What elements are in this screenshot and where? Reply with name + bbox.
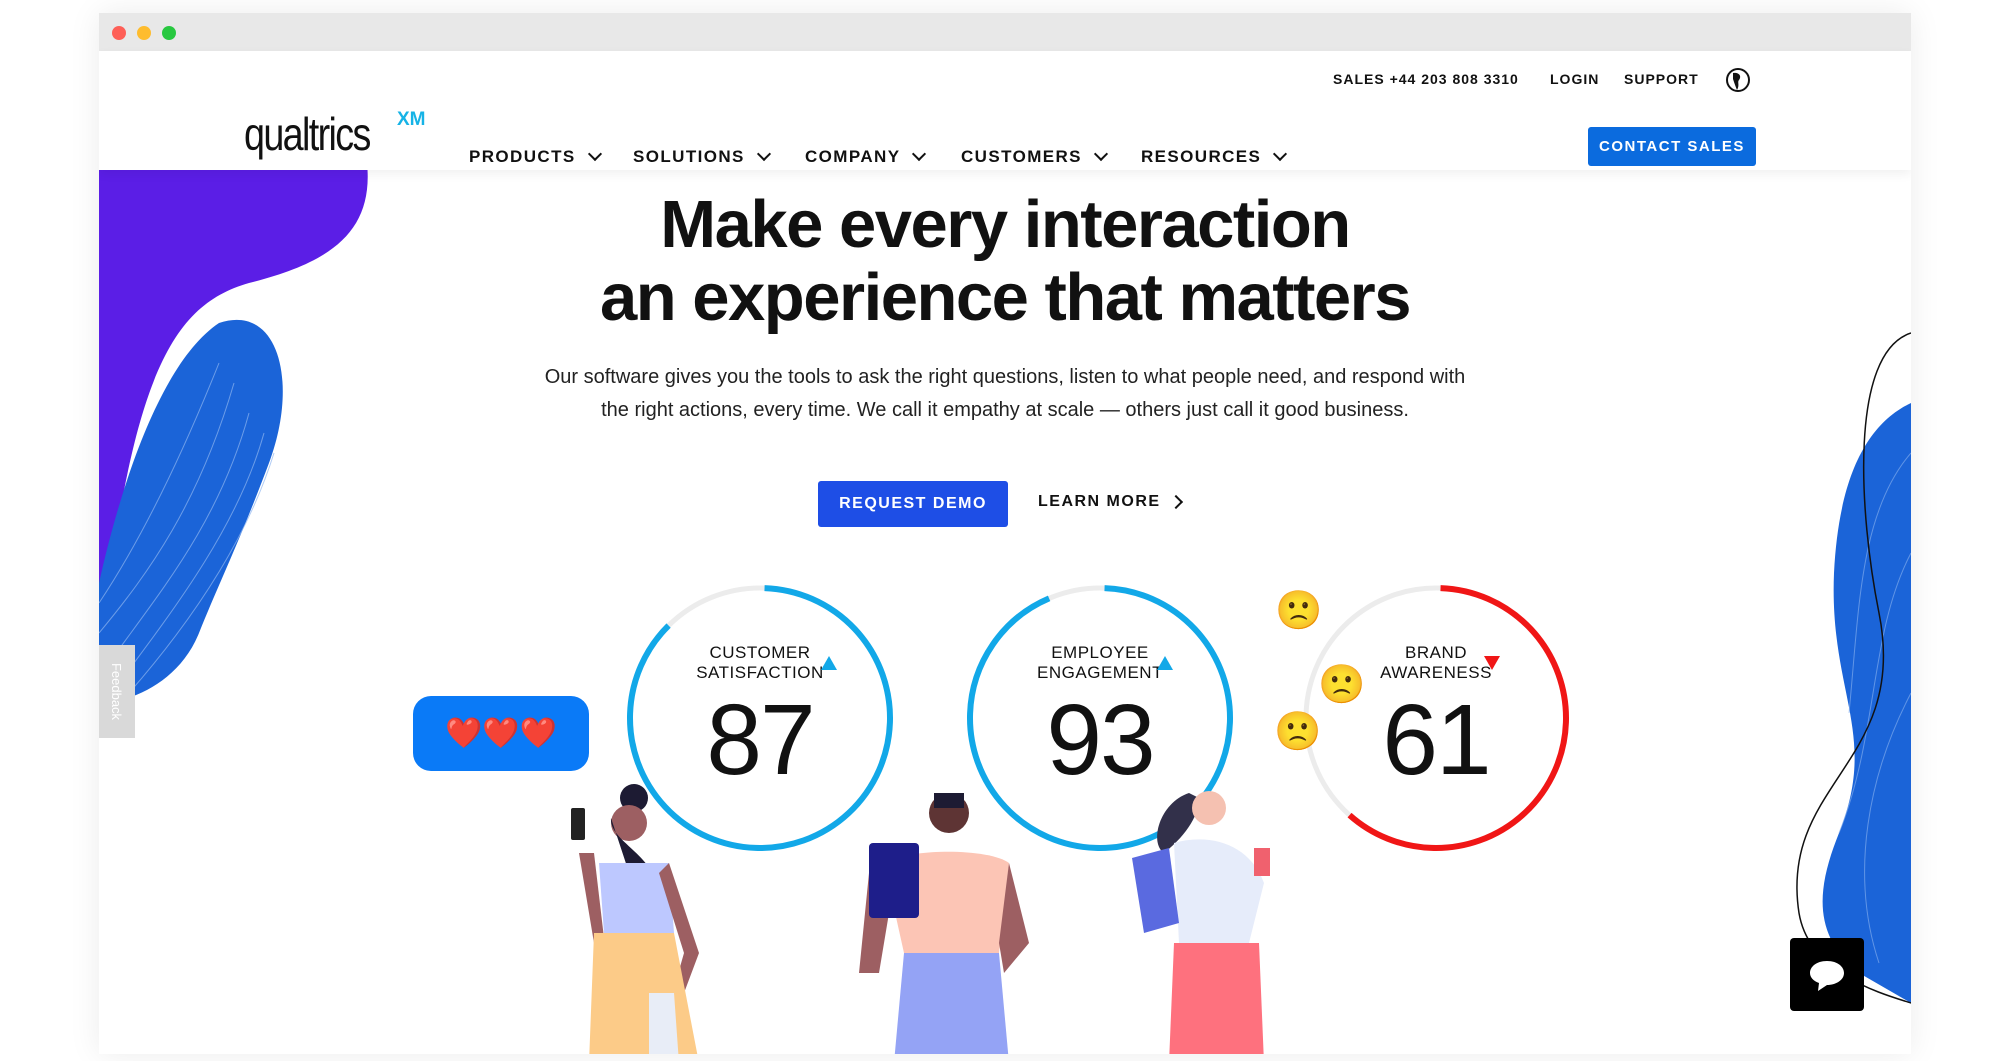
site-header: SALES +44 203 808 3310 LOGIN SUPPORT qua… <box>99 51 1911 170</box>
nav-company[interactable]: COMPANY <box>805 146 927 167</box>
hero-paragraph-line1: Our software gives you the tools to ask … <box>544 366 1466 388</box>
hero-headline-line1: Make every interaction <box>660 187 1351 262</box>
request-demo-button[interactable]: REQUEST DEMO <box>818 481 1008 527</box>
frown-emoji-icon: 🙁 <box>1275 590 1323 632</box>
man-with-tablet <box>859 793 1029 1054</box>
chevron-down-icon <box>587 146 602 162</box>
nav-label: CUSTOMERS <box>961 147 1082 166</box>
learn-more-label: LEARN MORE <box>1038 493 1161 510</box>
nav-solutions[interactable]: SOLUTIONS <box>633 146 771 167</box>
chevron-down-icon <box>1273 146 1288 162</box>
chevron-down-icon <box>912 146 927 162</box>
trend-down-icon <box>1484 656 1500 670</box>
hearts-message-bubble: ❤️❤️❤️ <box>413 696 589 771</box>
contact-sales-button[interactable]: CONTACT SALES <box>1588 127 1756 166</box>
trend-up-icon <box>1157 656 1173 670</box>
trend-up-icon <box>821 656 837 670</box>
nav-customers[interactable]: CUSTOMERS <box>961 146 1108 167</box>
browser-window: SALES +44 203 808 3310 LOGIN SUPPORT qua… <box>99 13 1911 1054</box>
nav-label: PRODUCTS <box>469 147 576 166</box>
gauge-label-brand-awareness: BRAND AWARENESS <box>1380 643 1492 682</box>
close-window-button[interactable] <box>112 26 126 40</box>
logo-xm: XM <box>397 109 426 130</box>
browser-chrome <box>99 13 1911 51</box>
login-link[interactable]: LOGIN <box>1550 71 1599 87</box>
frown-emoji-icon: 🙁 <box>1274 711 1322 753</box>
nav-products[interactable]: PRODUCTS <box>469 146 602 167</box>
chat-button[interactable] <box>1790 938 1864 1011</box>
woman-with-coffee <box>1132 791 1270 1054</box>
hearts-text: ❤️❤️❤️ <box>444 717 558 750</box>
hero-headline-line2: an experience that matters <box>599 260 1412 335</box>
nav-label: RESOURCES <box>1141 147 1262 166</box>
woman-with-phone <box>571 784 699 1054</box>
sales-phone-link[interactable]: SALES +44 203 808 3310 <box>1333 71 1519 87</box>
frown-emoji-icon: 🙁 <box>1318 664 1366 706</box>
qualtrics-logo[interactable]: qualtrics XM <box>244 107 426 161</box>
chat-bubble-icon <box>1810 960 1844 991</box>
nav-label: COMPANY <box>805 147 901 166</box>
maximize-window-button[interactable] <box>162 26 176 40</box>
minimize-window-button[interactable] <box>137 26 151 40</box>
people-illustration <box>571 784 1270 1054</box>
logo-wordmark: qualtrics <box>244 108 371 160</box>
chevron-down-icon <box>1093 146 1108 162</box>
feedback-tab[interactable]: Feedback <box>99 645 135 738</box>
chevron-down-icon <box>756 146 771 162</box>
feedback-label: Feedback <box>109 662 125 721</box>
learn-more-link[interactable]: LEARN MORE <box>1038 493 1183 511</box>
support-link[interactable]: SUPPORT <box>1624 71 1699 87</box>
hero-paragraph-line2: the right actions, every time. We call i… <box>601 399 1409 421</box>
nav-label: SOLUTIONS <box>633 147 745 166</box>
chevron-right-icon <box>1168 494 1183 510</box>
nav-resources[interactable]: RESOURCES <box>1141 146 1288 167</box>
globe-icon[interactable] <box>1725 67 1751 93</box>
